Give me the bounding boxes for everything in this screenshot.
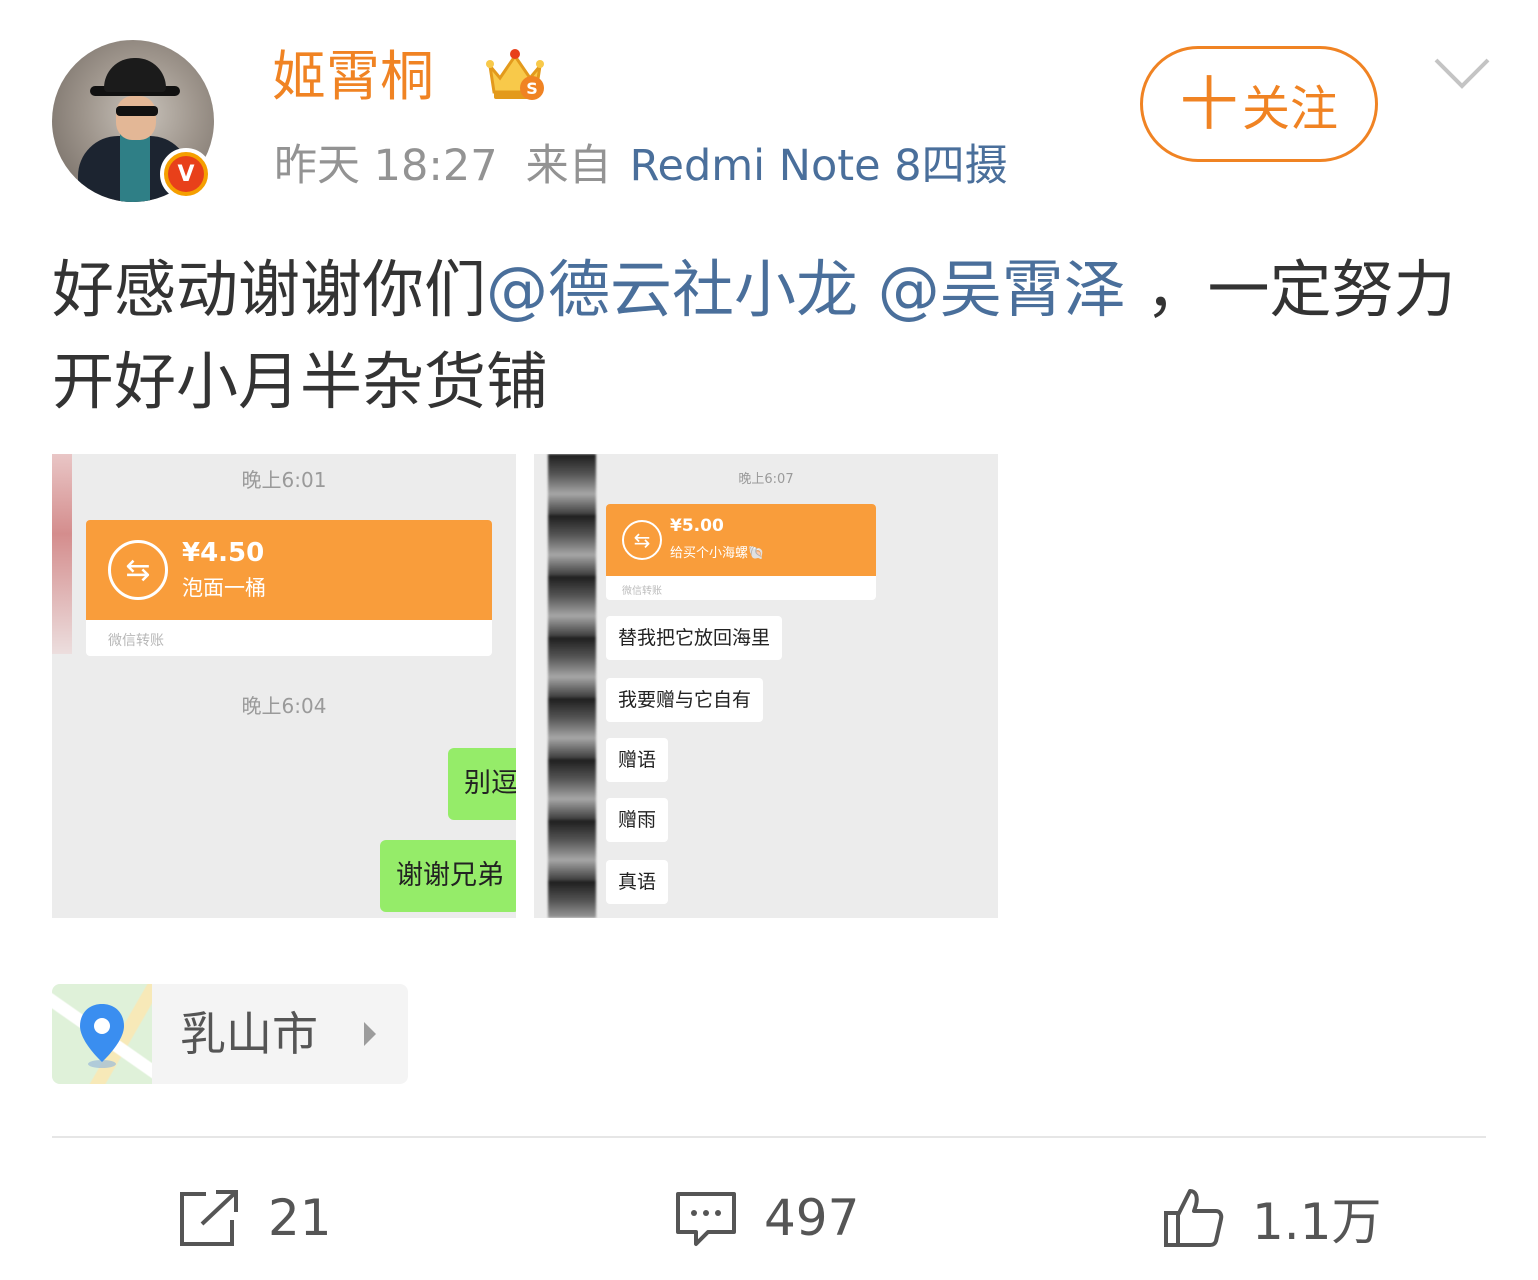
chat-bubble: 别逗 xyxy=(448,748,516,820)
blurred-avatars xyxy=(548,454,596,918)
repost-count: 21 xyxy=(268,1189,332,1247)
device-link[interactable]: Redmi Note 8四摄 xyxy=(630,141,1008,191)
verified-badge-icon: V xyxy=(160,148,212,200)
transfer-note: 给买个小海螺🐚 xyxy=(670,546,765,561)
follow-label: 关注 xyxy=(1242,81,1339,137)
mention-link-2[interactable]: @吴霄泽 xyxy=(878,253,1126,326)
transfer-amount: ¥4.50 xyxy=(182,538,265,568)
transfer-card: ⇆ ¥5.00 给买个小海螺🐚 微信转账 xyxy=(606,504,876,600)
chat-timestamp: 晚上6:01 xyxy=(241,468,327,492)
chat-timestamp: 晚上6:04 xyxy=(241,694,327,718)
chat-bubble: 赠雨 xyxy=(606,798,669,842)
post-text: 好感动谢谢你们@德云社小龙 @吴霄泽 ，一定努力开好小月半杂货铺 xyxy=(52,244,1472,428)
chat-bubble: 我要赠与它自有 xyxy=(606,678,764,722)
post-image-2[interactable]: 晚上6:07 ⇆ ¥5.00 给买个小海螺🐚 微信转账 替我把它放回海里 我要赠… xyxy=(534,454,998,918)
location-chip[interactable]: 乳山市 xyxy=(52,984,408,1084)
transfer-icon: ⇆ xyxy=(622,520,662,560)
svg-text:S: S xyxy=(526,79,538,98)
chat-bubble: 真语 xyxy=(606,860,669,904)
mention-link-1[interactable]: @德云社小龙 xyxy=(486,253,858,326)
location-name: 乳山市 xyxy=(180,1007,318,1061)
like-button[interactable]: 1.1万 xyxy=(1162,1168,1382,1268)
chat-bubble: 替我把它放回海里 xyxy=(606,616,783,660)
chevron-down-icon[interactable] xyxy=(1430,52,1494,96)
comment-button[interactable]: 497 xyxy=(674,1168,859,1268)
repost-button[interactable]: 21 xyxy=(178,1168,332,1268)
chat-bubble: 谢谢兄弟 xyxy=(380,840,516,912)
verified-badge-letter: V xyxy=(168,156,204,192)
plus-icon: 十 xyxy=(1179,70,1238,138)
chevron-right-icon xyxy=(364,1022,376,1046)
post-text-prefix: 好感动谢谢你们 xyxy=(52,253,487,326)
transfer-card: ⇆ ¥4.50 泡面一桶 微信转账 xyxy=(86,520,492,656)
chat-bubble: 赠语 xyxy=(606,738,669,782)
location-pin-icon xyxy=(80,1004,124,1068)
thumbs-up-icon xyxy=(1164,1189,1224,1247)
follow-button[interactable]: 十 关注 xyxy=(1140,46,1378,162)
transfer-icon: ⇆ xyxy=(108,540,168,600)
from-label: 来自 xyxy=(525,141,612,191)
share-icon xyxy=(180,1190,238,1246)
chat-timestamp: 晚上6:07 xyxy=(738,472,794,487)
transfer-footer: 微信转账 xyxy=(108,633,164,649)
post-meta: 昨天 18:27 来自 Redmi Note 8四摄 xyxy=(274,138,1008,194)
transfer-note: 泡面一桶 xyxy=(182,576,266,600)
transfer-amount: ¥5.00 xyxy=(670,516,724,536)
transfer-footer: 微信转账 xyxy=(622,586,662,597)
username[interactable]: 姬霄桐 xyxy=(272,42,434,112)
vip-crown-icon: S xyxy=(486,49,544,100)
post-time: 昨天 18:27 xyxy=(274,141,498,191)
comment-count: 497 xyxy=(764,1189,860,1247)
like-count: 1.1万 xyxy=(1252,1193,1382,1251)
comment-icon xyxy=(676,1192,736,1246)
post-image-1[interactable]: 晚上6:01 ⇆ ¥4.50 泡面一桶 微信转账 晚上6:04 别逗 谢谢兄弟 xyxy=(52,454,516,918)
divider xyxy=(52,1136,1486,1138)
